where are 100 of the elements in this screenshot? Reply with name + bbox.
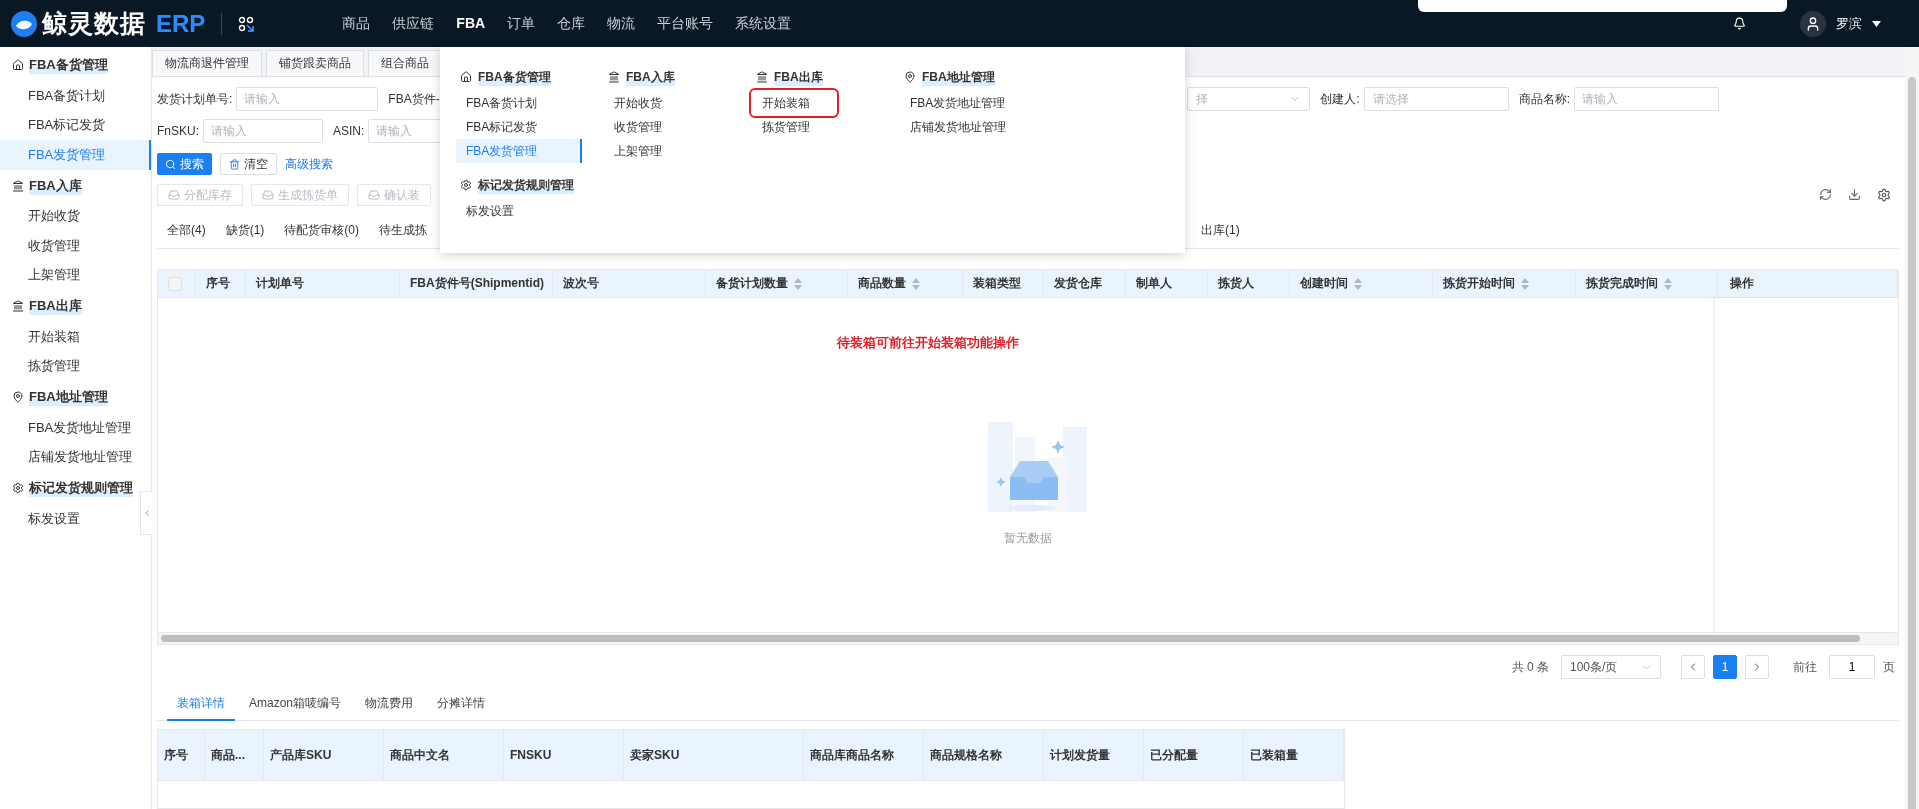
column-header: 计划发货量 (1050, 746, 1110, 764)
status-tab[interactable]: 缺货(1) (215, 222, 275, 239)
sidebar-group-title[interactable]: FBA地址管理 (29, 388, 108, 406)
sidebar-item[interactable]: FBA发货管理 (0, 140, 151, 170)
trash-icon (229, 158, 240, 170)
column-header: FBA货件号(Shipmentid) (410, 275, 544, 292)
sort-icon[interactable] (1664, 277, 1672, 290)
status-tab[interactable]: 全部(4) (157, 222, 216, 239)
page-tab[interactable]: 组合商品 (368, 50, 442, 76)
advanced-search-link[interactable]: 高级搜索 (285, 155, 333, 173)
detail-tab[interactable]: 物流费用 (355, 688, 424, 721)
bank-icon (12, 300, 24, 312)
sort-icon[interactable] (794, 277, 802, 290)
nav-item[interactable]: 物流 (607, 14, 636, 33)
horizontal-scrollbar[interactable] (158, 632, 1898, 644)
column-header: 商品库商品名称 (810, 746, 894, 764)
goto-label: 前往 (1793, 658, 1817, 676)
sidebar-item[interactable]: 标发设置 (0, 504, 88, 534)
sidebar-item[interactable]: FBA备货计划 (0, 81, 114, 111)
input-field[interactable]: 请输入 (203, 119, 323, 143)
menu-item[interactable]: FBA备货计划 (456, 91, 604, 115)
column-header: FNSKU (510, 748, 552, 762)
checkbox[interactable] (168, 276, 182, 291)
nav-item[interactable]: 系统设置 (735, 14, 792, 33)
search-icon (165, 158, 176, 170)
menu-item[interactable]: FBA发货管理 (456, 139, 582, 163)
column-header: 已分配量 (1150, 746, 1198, 764)
menu-item[interactable]: FBA发货地址管理 (900, 91, 1048, 115)
menu-item[interactable]: 开始装箱 (752, 91, 836, 115)
menu-group-title: FBA备货管理 (478, 68, 551, 86)
sidebar-item[interactable]: FBA标记发货 (0, 110, 114, 140)
prev-page-button[interactable] (1681, 655, 1705, 679)
sidebar-item[interactable]: 收货管理 (0, 231, 88, 261)
app-grid-icon[interactable] (238, 15, 255, 32)
sort-icon[interactable] (1521, 277, 1529, 290)
input-field[interactable]: 请输入 (236, 87, 379, 111)
field-label: 创建人: (1320, 90, 1360, 108)
column-header: 计划单号 (256, 275, 304, 292)
logo-suffix: ERP (156, 9, 206, 38)
avatar[interactable] (1800, 10, 1826, 37)
menu-item[interactable]: 标发设置 (456, 199, 604, 223)
page-button[interactable]: 1 (1713, 655, 1737, 679)
detail-tab[interactable]: 装箱详情 (167, 688, 235, 721)
column-header: 商品中文名 (390, 746, 450, 764)
user-name[interactable]: 罗滨 (1836, 14, 1862, 33)
goto-page-field[interactable]: 1 (1829, 655, 1875, 679)
collapse-button[interactable] (140, 491, 152, 535)
sidebar-item[interactable]: 开始装箱 (0, 322, 88, 352)
refresh-icon[interactable] (1819, 188, 1832, 201)
settings-icon[interactable] (1877, 188, 1891, 202)
nav-item[interactable]: 供应链 (392, 14, 435, 33)
bank-icon (756, 71, 768, 83)
column-header: 发货仓库 (1054, 275, 1102, 292)
sidebar-group-title[interactable]: FBA入库 (29, 176, 82, 195)
field-label: ASIN: (333, 124, 365, 138)
sort-icon[interactable] (912, 277, 920, 290)
next-page-button[interactable] (1745, 655, 1769, 679)
column-header: 拣货完成时间 (1586, 275, 1658, 292)
sidebar-item[interactable]: 店铺发货地址管理 (0, 442, 140, 472)
sidebar-group-title[interactable]: FBA备货管理 (29, 56, 108, 74)
sidebar-item[interactable]: FBA发货地址管理 (0, 413, 140, 443)
detail-tab[interactable]: Amazon箱唛编号 (239, 688, 352, 721)
download-icon[interactable] (1848, 188, 1861, 201)
sort-icon[interactable] (1354, 277, 1362, 290)
bell-icon[interactable] (1733, 17, 1746, 30)
status-tab[interactable]: 待生成拣 (369, 222, 437, 239)
home-icon (12, 59, 24, 71)
clear-button[interactable]: 清空 (220, 153, 277, 175)
menu-item[interactable]: 拣货管理 (752, 115, 900, 139)
nav-item[interactable]: FBA (456, 14, 486, 33)
page-tab[interactable]: 物流商退件管理 (152, 50, 262, 76)
sidebar-group-title[interactable]: 标记发货规则管理 (29, 479, 133, 497)
nav-item[interactable]: 仓库 (557, 14, 586, 33)
menu-item[interactable]: 店铺发货地址管理 (900, 115, 1048, 139)
input-field[interactable]: 请输入 (1574, 87, 1719, 111)
nav-item[interactable]: 商品 (342, 14, 371, 33)
sidebar-item[interactable]: 开始收货 (0, 201, 88, 231)
status-tab[interactable]: 待配货审核(0) (274, 222, 369, 239)
status-tab[interactable]: 出库(1) (1201, 222, 1250, 239)
nav-item[interactable]: 平台账号 (657, 14, 714, 33)
sidebar-item[interactable]: 上架管理 (0, 260, 88, 290)
menu-group-title: FBA入库 (626, 68, 675, 86)
tray-icon (368, 189, 380, 201)
caret-icon[interactable] (1872, 20, 1881, 27)
menu-item[interactable]: 收货管理 (604, 115, 752, 139)
field-label: FnSKU: (157, 124, 199, 138)
page-scrollbar[interactable] (1905, 47, 1919, 809)
menu-item[interactable]: 上架管理 (604, 139, 752, 163)
sidebar-item[interactable]: 拣货管理 (0, 351, 88, 381)
search-button[interactable]: 搜索 (157, 153, 212, 175)
nav-item[interactable]: 订单 (507, 14, 536, 33)
column-header: 装箱类型 (973, 275, 1021, 292)
menu-item[interactable]: 开始收货 (604, 91, 752, 115)
detail-tab[interactable]: 分摊详情 (427, 688, 496, 721)
page-tab[interactable]: 铺货跟卖商品 (266, 50, 364, 76)
sidebar-group-title[interactable]: FBA出库 (29, 297, 82, 315)
column-header: 序号 (164, 746, 188, 764)
column-header: 商品数量 (858, 275, 906, 292)
page-size-select[interactable]: 100条/页 (1561, 655, 1661, 679)
field-label: 商品名称: (1518, 90, 1570, 108)
